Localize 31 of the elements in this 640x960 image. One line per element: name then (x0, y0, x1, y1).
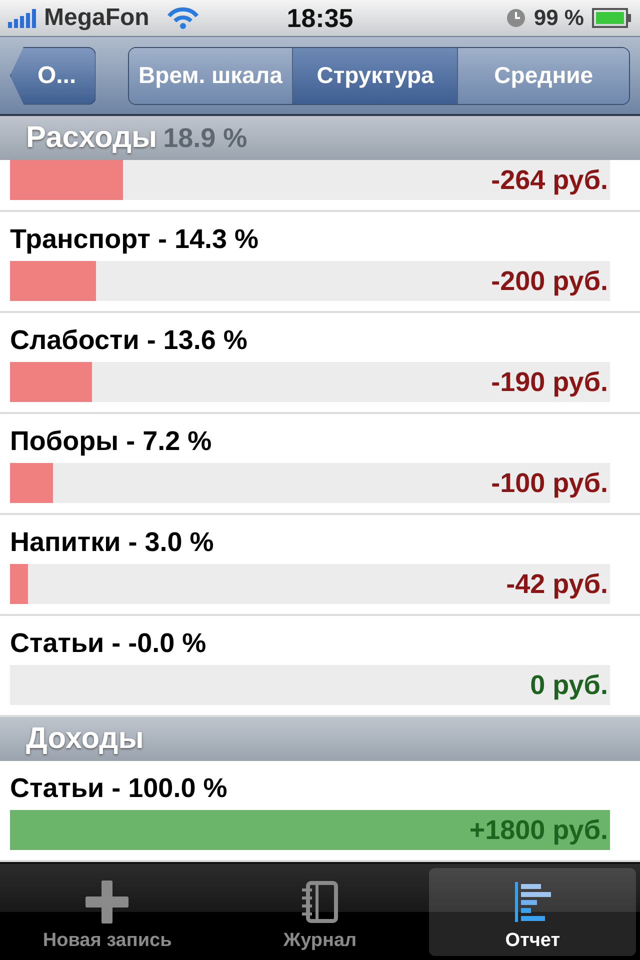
amount-value: -264 руб. (491, 164, 609, 196)
segment-tab[interactable]: Средние (458, 48, 629, 104)
amount-value: -42 руб. (506, 568, 609, 600)
category-label: Статьи - 100.0 % (10, 772, 228, 805)
plus-icon (85, 880, 130, 924)
tab-bar-item[interactable]: Новая запись (4, 868, 211, 956)
category-label: Транспорт - 14.3 % (10, 223, 260, 256)
section-title: Расходы (26, 121, 158, 155)
wifi-icon (167, 7, 200, 30)
segment-tab[interactable]: Врем. шкала (128, 48, 294, 104)
segment-tab[interactable]: Структура (293, 48, 458, 104)
category-label: Слабости - 13.6 % (10, 324, 248, 357)
category-label: 18.9 % (163, 122, 248, 154)
amount-value: -100 руб. (491, 468, 609, 498)
clock-time: 18:35 (286, 2, 354, 34)
alarm-clock-icon (506, 8, 526, 28)
signal-icon (8, 8, 36, 28)
section-title: Доходы (26, 722, 144, 756)
battery-icon (592, 8, 632, 28)
back-button[interactable]: О... (10, 46, 96, 105)
category-label: Напитки - 3.0 % (10, 526, 215, 559)
amount-value: -200 руб. (491, 266, 609, 296)
amount-value: -190 руб. (491, 366, 609, 398)
amount-value: +1800 руб. (469, 814, 609, 846)
category-label: Поборы - 7.2 % (10, 425, 213, 458)
tab-bar-item[interactable]: Отчет (429, 868, 636, 956)
category-label: Статьи - -0.0 % (10, 627, 208, 660)
carrier-name: MegaFon (44, 4, 150, 32)
battery-percent: 99 % (534, 5, 584, 32)
amount-value: 0 руб. (530, 670, 609, 700)
tab-bar-item[interactable]: Журнал (216, 868, 424, 956)
